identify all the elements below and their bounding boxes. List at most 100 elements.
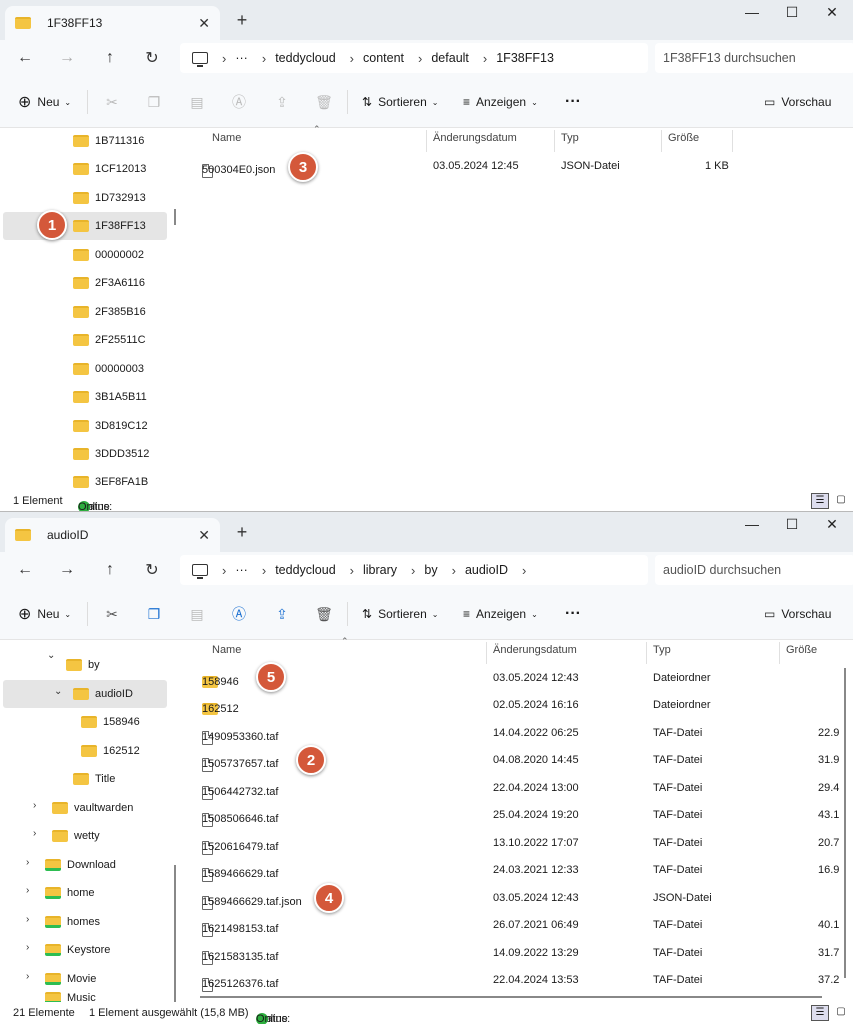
table-row[interactable]: 1506442732.taf 22.04.2024 13:00 TAF-Datei 2… (197, 775, 847, 802)
breadcrumb-current[interactable]: 1F38FF13 (496, 51, 554, 65)
table-row[interactable]: 1589466629.taf 24.03.2021 12:33 TAF-Datei 1… (197, 857, 847, 884)
table-row[interactable]: 1589466629.taf.json 03.05.2024 12:43 JSON-… (197, 885, 847, 912)
sidebar-item[interactable]: 00000002 (73, 241, 144, 269)
breadcrumb-content[interactable]: content (363, 51, 404, 65)
delete-icon[interactable]: 🗑 (314, 92, 334, 112)
more-options-button[interactable]: ··· (565, 602, 581, 626)
sidebar-item[interactable]: 158946 (81, 708, 140, 736)
sidebar-item[interactable]: 1D732913 (73, 184, 146, 212)
chevron-right-icon[interactable]: › (26, 914, 29, 925)
table-row[interactable]: 1625126376.taf 22.04.2024 13:53 TAF-Datei 3… (197, 967, 847, 994)
file-list-scrollbar[interactable] (844, 668, 846, 978)
new-button[interactable]: ⊕ Neu ⌄ (18, 602, 71, 626)
sidebar-item[interactable]: home (45, 879, 95, 907)
chevron-down-icon[interactable]: ⌄ (47, 650, 55, 661)
copy-icon[interactable]: ❐ (144, 92, 164, 112)
sidebar-item[interactable]: Keystore (45, 936, 110, 964)
minimize-button[interactable]: — (740, 516, 764, 532)
maximize-button[interactable]: ☐ (780, 516, 804, 533)
search-input[interactable]: audioID durchsuchen (655, 555, 853, 585)
chevron-right-icon[interactable]: › (26, 857, 29, 868)
sidebar-item[interactable]: 162512 (81, 737, 140, 765)
breadcrumb-library[interactable]: library (363, 563, 397, 577)
column-header-size[interactable]: Größe (668, 132, 699, 144)
close-window-button[interactable]: ✕ (820, 4, 844, 21)
table-row[interactable]: 1520616479.taf 13.10.2022 17:07 TAF-Datei 2… (197, 830, 847, 857)
column-header-size[interactable]: Größe (786, 644, 817, 656)
back-button[interactable]: ← (13, 558, 37, 582)
sidebar-item[interactable]: Download (45, 851, 116, 879)
sidebar-item[interactable]: Music (45, 991, 96, 1004)
table-row[interactable]: 1508506646.taf 25.04.2024 19:20 TAF-Datei 4… (197, 802, 847, 829)
preview-button[interactable]: ▭ Vorschau (764, 602, 831, 626)
column-header-name[interactable]: Name (212, 644, 241, 656)
chevron-right-icon[interactable]: › (26, 971, 29, 982)
sidebar-item[interactable]: 3D819C12 (73, 412, 148, 440)
sidebar-item[interactable]: by (66, 651, 100, 679)
sidebar-item[interactable]: 3B1A5B11 (73, 383, 147, 411)
tiles-view-button[interactable]: ▢ (832, 493, 850, 509)
details-view-button[interactable]: ☰ (811, 1005, 829, 1021)
sidebar-scrollbar[interactable] (174, 209, 176, 225)
address-bar[interactable]: › ··· › teddycloud › content › default ›… (180, 43, 648, 73)
sidebar-item[interactable]: vaultwarden (52, 794, 133, 822)
breadcrumb-overflow[interactable]: ··· (235, 51, 248, 65)
forward-button[interactable]: → (55, 558, 79, 582)
sidebar-item[interactable]: Movie (45, 965, 96, 993)
column-header-type[interactable]: Typ (653, 644, 671, 656)
sidebar-item[interactable]: 1CF12013 (73, 155, 146, 183)
paste-icon[interactable]: ▤ (187, 92, 207, 112)
sort-button[interactable]: ⇅ Sortieren ⌄ (362, 90, 438, 114)
column-header-date[interactable]: Änderungsdatum (433, 132, 517, 144)
new-button[interactable]: ⊕ Neu ⌄ (18, 90, 71, 114)
share-icon[interactable]: ⇪ (272, 92, 292, 112)
sidebar-item-selected[interactable]: ⌄ audioID (3, 680, 167, 708)
refresh-button[interactable]: ↻ (140, 558, 164, 582)
chevron-right-icon[interactable]: › (33, 828, 36, 839)
table-row[interactable]: 162512 02.05.2024 16:16 Dateiordner (197, 692, 847, 719)
up-button[interactable]: ↑ (98, 558, 122, 582)
table-row[interactable]: 1505737657.taf 04.08.2020 14:45 TAF-Datei 3… (197, 747, 847, 774)
share-icon[interactable]: ⇪ (272, 604, 292, 624)
tab-audioid[interactable]: audioID ✕ (5, 518, 220, 552)
chevron-right-icon[interactable]: › (33, 800, 36, 811)
tiles-view-button[interactable]: ▢ (832, 1005, 850, 1021)
sort-button[interactable]: ⇅ Sortieren ⌄ (362, 602, 438, 626)
column-header-name[interactable]: Name (212, 132, 241, 144)
sidebar-item[interactable]: 00000003 (73, 355, 144, 383)
new-tab-button[interactable]: + (232, 522, 252, 543)
details-view-button[interactable]: ☰ (811, 493, 829, 509)
forward-button[interactable]: → (55, 46, 79, 70)
view-button[interactable]: ≡ Anzeigen ⌄ (463, 602, 538, 626)
rename-icon[interactable]: Ⓐ (229, 604, 249, 624)
sidebar-item[interactable]: homes (45, 908, 100, 936)
close-tab-icon[interactable]: ✕ (198, 15, 210, 32)
chevron-right-icon[interactable]: › (26, 885, 29, 896)
minimize-button[interactable]: — (740, 4, 764, 20)
back-button[interactable]: ← (13, 46, 37, 70)
horizontal-scrollbar[interactable] (200, 996, 822, 998)
more-options-button[interactable]: ··· (565, 90, 581, 114)
column-header-type[interactable]: Typ (561, 132, 579, 144)
tab-1f38ff13[interactable]: 1F38FF13 ✕ (5, 6, 220, 40)
paste-icon[interactable]: ▤ (187, 604, 207, 624)
sidebar-item[interactable]: 2F3A6116 (73, 269, 145, 297)
refresh-button[interactable]: ↻ (140, 46, 164, 70)
sidebar-item[interactable]: wetty (52, 822, 100, 850)
delete-icon[interactable]: 🗑 (314, 604, 334, 624)
sidebar-item[interactable]: 1B711316 (73, 127, 144, 155)
up-button[interactable]: ↑ (98, 46, 122, 70)
table-row[interactable]: 1621583135.taf 14.09.2022 13:29 TAF-Datei 3… (197, 940, 847, 967)
cut-icon[interactable]: ✂ (102, 92, 122, 112)
address-bar[interactable]: › ··· › teddycloud › library › by › audi… (180, 555, 648, 585)
close-tab-icon[interactable]: ✕ (198, 527, 210, 544)
copy-icon[interactable]: ❐ (144, 604, 164, 624)
sidebar-item[interactable]: 2F25511C (73, 326, 146, 354)
table-row[interactable]: 158946 03.05.2024 12:43 Dateiordner (197, 665, 847, 692)
breadcrumb-teddycloud[interactable]: teddycloud (275, 51, 335, 65)
maximize-button[interactable]: ☐ (780, 4, 804, 21)
sidebar-item[interactable]: Title (73, 765, 115, 793)
sidebar-scrollbar[interactable] (174, 865, 176, 1005)
breadcrumb-by[interactable]: by (424, 563, 437, 577)
close-window-button[interactable]: ✕ (820, 516, 844, 533)
